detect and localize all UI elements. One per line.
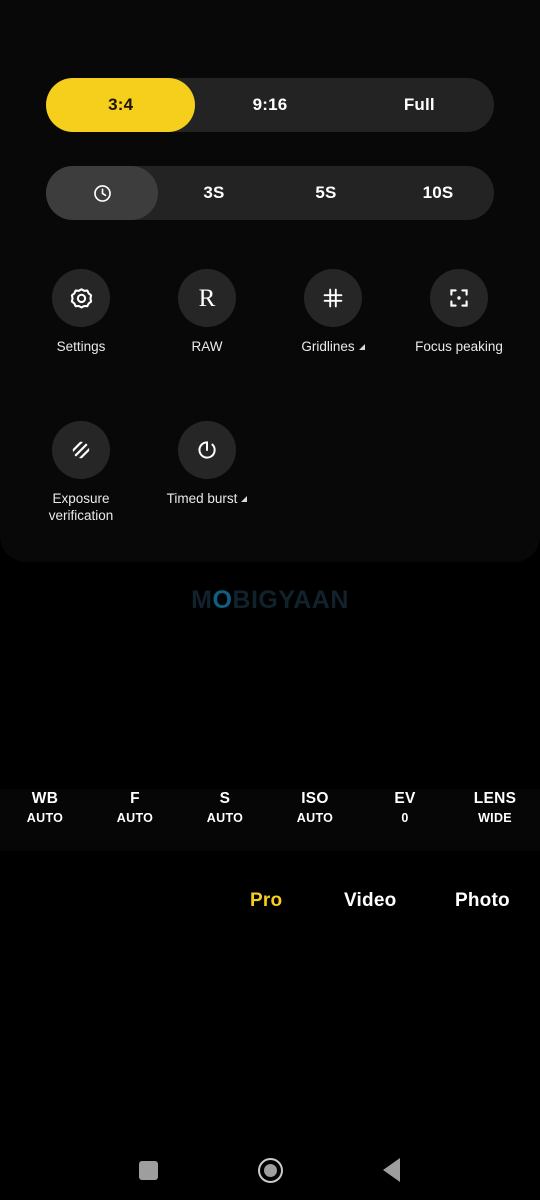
- tool-exposure-verification-circle[interactable]: [52, 421, 110, 479]
- tool-gridlines[interactable]: Gridlines: [281, 269, 385, 355]
- tool-gridlines-text: Gridlines: [301, 339, 355, 354]
- pro-control-ev-value: 0: [401, 811, 409, 825]
- watermark-part-2: BIGYAAN: [232, 586, 349, 614]
- tool-timed-burst-text: Timed burst: [166, 491, 238, 506]
- self-timer-selector[interactable]: 3S 5S 10S: [46, 166, 494, 220]
- recents-button[interactable]: [113, 1140, 183, 1200]
- timer-option-off[interactable]: [46, 166, 158, 220]
- focus-brackets-icon: [450, 289, 468, 307]
- pro-control-s[interactable]: S AUTO: [180, 789, 270, 827]
- tool-timed-burst[interactable]: Timed burst: [155, 421, 259, 507]
- tool-gridlines-label: Gridlines: [301, 338, 365, 355]
- tool-focus-peaking-label: Focus peaking: [415, 339, 503, 354]
- tool-exposure-verification[interactable]: Exposure verification: [29, 421, 133, 524]
- capture-mode-selector: Pro Video Photo: [0, 884, 540, 918]
- back-triangle-icon: [382, 1158, 400, 1182]
- aspect-option-3-4[interactable]: 3:4: [46, 78, 196, 132]
- chevron-expand-icon: [241, 496, 248, 502]
- mode-video[interactable]: Video: [344, 890, 396, 912]
- pro-control-wb-key: WB: [31, 790, 59, 807]
- home-circle-icon: [257, 1157, 283, 1183]
- back-button[interactable]: [356, 1140, 426, 1200]
- pro-control-f-key: F: [130, 790, 140, 807]
- aspect-option-9-16[interactable]: 9:16: [195, 78, 344, 132]
- tool-settings-label: Settings: [56, 339, 106, 354]
- aspect-option-full[interactable]: Full: [345, 78, 494, 132]
- pro-control-iso[interactable]: ISO AUTO: [270, 789, 360, 827]
- pro-control-ev[interactable]: EV 0: [360, 789, 450, 827]
- site-watermark: MOBIGYAAN: [0, 586, 540, 615]
- home-dot: [263, 1163, 277, 1177]
- tool-raw[interactable]: R RAW: [155, 269, 259, 355]
- pro-control-iso-value: AUTO: [296, 811, 334, 825]
- tool-exposure-verification-label: Exposure verification: [48, 491, 114, 523]
- tool-settings-circle[interactable]: [52, 269, 110, 327]
- tool-timed-burst-circle[interactable]: [178, 421, 236, 479]
- clock-icon: [93, 184, 111, 202]
- home-button[interactable]: [235, 1140, 305, 1200]
- recents-square-icon: [138, 1160, 158, 1180]
- pro-control-s-key: S: [219, 790, 231, 807]
- pro-control-lens[interactable]: LENS WIDE: [450, 789, 540, 827]
- pro-control-f[interactable]: F AUTO: [90, 789, 180, 827]
- tool-gridlines-circle[interactable]: [304, 269, 362, 327]
- pro-control-ev-key: EV: [394, 790, 416, 807]
- raw-letter-icon: R: [198, 284, 216, 312]
- watermark-part-o: O: [212, 586, 233, 614]
- pro-control-wb[interactable]: WB AUTO: [0, 789, 90, 827]
- grid-hash-icon: [323, 288, 343, 308]
- mode-pro[interactable]: Pro: [250, 890, 282, 912]
- pro-control-f-value: AUTO: [116, 811, 154, 825]
- zebra-stripes-icon: [72, 441, 90, 459]
- timer-option-10s[interactable]: 10S: [382, 166, 494, 220]
- pro-control-s-value: AUTO: [206, 811, 244, 825]
- pro-control-wb-value: AUTO: [26, 811, 64, 825]
- timer-option-5s[interactable]: 5S: [270, 166, 382, 220]
- shutter-row: [0, 965, 540, 1067]
- tool-focus-peaking[interactable]: Focus peaking: [407, 269, 511, 355]
- gear-icon: [70, 287, 92, 308]
- aspect-ratio-selector[interactable]: 3:4 9:16 Full: [46, 78, 494, 132]
- tool-timed-burst-label: Timed burst: [167, 490, 248, 507]
- circular-timer-icon: [198, 441, 216, 459]
- watermark-part-1: M: [191, 586, 213, 614]
- android-navigation-bar: [0, 1140, 540, 1200]
- timer-option-3s[interactable]: 3S: [158, 166, 270, 220]
- chevron-expand-icon: [358, 344, 365, 350]
- mode-photo[interactable]: Photo: [455, 890, 510, 912]
- camera-app-screen: 3:4 9:16 Full 3S 5S 10S Settings R RAW G…: [0, 0, 540, 1200]
- settings-panel: 3:4 9:16 Full 3S 5S 10S Settings R RAW G…: [0, 0, 540, 562]
- tool-raw-label: RAW: [191, 339, 223, 354]
- pro-control-lens-value: WIDE: [478, 811, 512, 825]
- pro-control-lens-key: LENS: [473, 790, 517, 807]
- tool-settings[interactable]: Settings: [29, 269, 133, 355]
- tool-focus-peaking-circle[interactable]: [430, 269, 488, 327]
- pro-controls-bar: WB AUTO F AUTO S AUTO ISO AUTO EV 0 LENS…: [0, 789, 540, 851]
- tool-raw-circle[interactable]: R: [178, 269, 236, 327]
- pro-control-iso-key: ISO: [301, 790, 329, 807]
